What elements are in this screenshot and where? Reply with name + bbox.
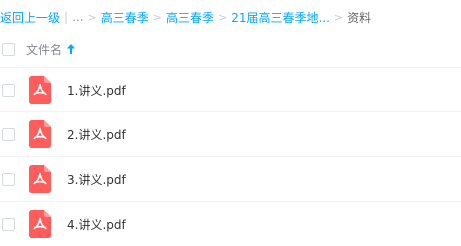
file-name[interactable]: 4.讲义.pdf (67, 216, 126, 233)
back-link[interactable]: 返回上一级 (0, 9, 60, 26)
breadcrumb-item[interactable]: 21届高三春季地... (231, 9, 330, 26)
sort-by-name-header[interactable]: 文件名 (26, 41, 76, 58)
chevron-right-icon: > (152, 10, 162, 24)
select-all-checkbox[interactable] (2, 42, 15, 56)
file-name[interactable]: 2.讲义.pdf (67, 126, 126, 143)
arrow-up-icon (67, 44, 76, 54)
breadcrumb-divider: | (64, 10, 69, 24)
breadcrumb-item[interactable]: 高三春季 (166, 9, 214, 26)
breadcrumb-item[interactable]: 高三春季 (101, 9, 149, 26)
breadcrumb-current: 资料 (347, 10, 372, 25)
chevron-right-icon: > (333, 10, 344, 24)
pdf-file-icon (29, 76, 51, 104)
breadcrumb-ellipsis[interactable]: ... (72, 10, 83, 24)
pdf-file-icon (29, 165, 51, 193)
chevron-right-icon: > (217, 10, 228, 24)
column-label: 文件名 (26, 42, 63, 57)
list-header: 文件名 (0, 37, 461, 61)
file-row[interactable]: 3.讲义.pdf (0, 156, 461, 201)
file-name[interactable]: 3.讲义.pdf (67, 171, 126, 188)
file-browser: 返回上一级 | ... > 高三春季 > 高三春季 > 21届高三春季地... … (0, 0, 461, 246)
file-checkbox[interactable] (2, 172, 15, 186)
chevron-right-icon: > (87, 10, 97, 24)
breadcrumb: 返回上一级 | ... > 高三春季 > 高三春季 > 21届高三春季地... … (0, 8, 371, 26)
file-row[interactable]: 2.讲义.pdf (0, 111, 461, 156)
pdf-file-icon (29, 120, 51, 148)
file-checkbox[interactable] (2, 127, 15, 141)
file-checkbox[interactable] (2, 217, 15, 231)
file-checkbox[interactable] (2, 83, 15, 97)
file-row[interactable]: 1.讲义.pdf (0, 67, 461, 112)
file-row[interactable]: 4.讲义.pdf (0, 201, 461, 246)
pdf-file-icon (29, 210, 51, 238)
file-name[interactable]: 1.讲义.pdf (67, 82, 126, 99)
